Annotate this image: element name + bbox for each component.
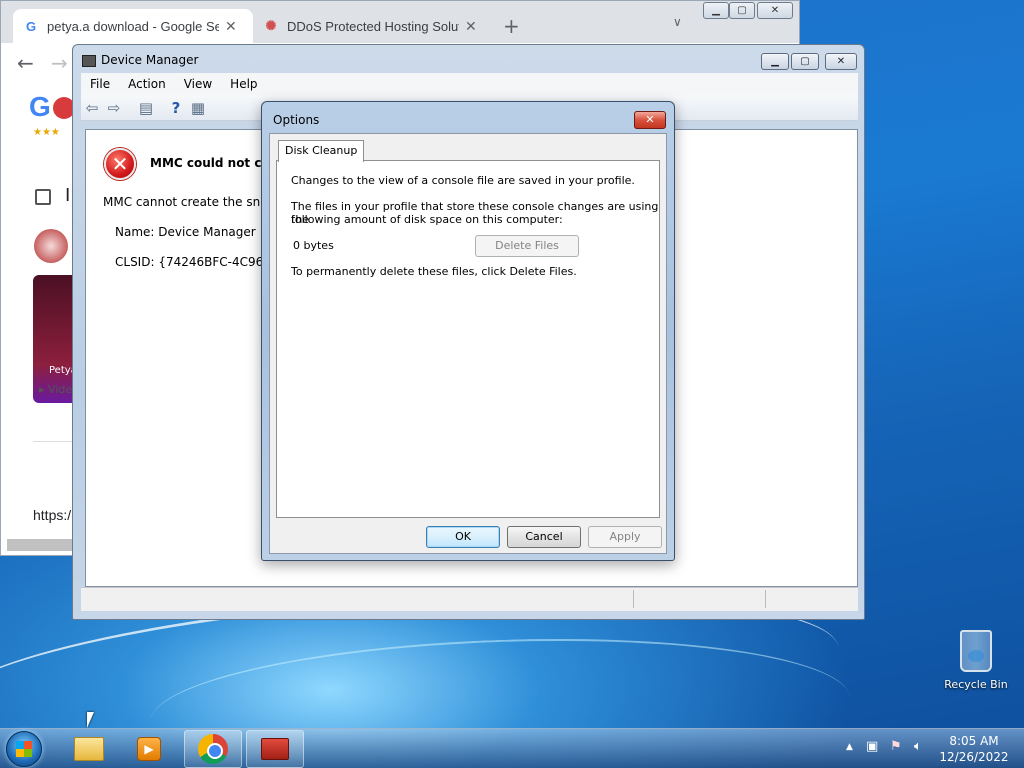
delete-files-button[interactable]: Delete Files — [475, 235, 579, 257]
menu-help[interactable]: Help — [221, 77, 266, 91]
dialog-title: Options — [273, 113, 320, 127]
close-button[interactable]: ✕ — [634, 111, 666, 129]
info-text-1: Changes to the view of a console file ar… — [291, 174, 635, 187]
minimize-button[interactable]: ▁ — [703, 2, 729, 19]
google-logo[interactable]: G — [29, 91, 51, 123]
help-icon[interactable]: ? — [167, 99, 185, 117]
chrome-tab-bar: G petya.a download - Google Sear ✕ ✺ DDo… — [1, 1, 799, 43]
toolbox-icon — [261, 738, 289, 760]
video-label: ▸ Vide — [39, 383, 73, 396]
new-tab-button[interactable]: + — [503, 14, 520, 38]
forward-arrow-icon[interactable]: ⇨ — [105, 99, 123, 117]
tab-title: DDoS Protected Hosting Solutio — [287, 18, 459, 34]
recycle-bin-icon — [960, 630, 992, 672]
menu-view[interactable]: View — [175, 77, 221, 91]
error-icon: ✕ — [104, 148, 136, 180]
tab-search-button[interactable]: ∨ — [673, 15, 682, 29]
disk-usage-value: 0 bytes — [293, 239, 334, 252]
back-arrow-icon[interactable]: ⇦ — [83, 99, 101, 117]
taskbar-explorer[interactable] — [60, 730, 118, 768]
rating-stars: ★★★ — [33, 127, 60, 138]
video-thumb-text: Petya — [49, 365, 73, 376]
device-manager-icon — [82, 55, 96, 67]
taskbar: ▶ ▲ ▣ ⚑ 🔈︎ 8:05 AM 12/26/2022 — [0, 728, 1024, 768]
menu-file[interactable]: File — [81, 77, 119, 91]
action-center-icon[interactable]: ⚑ — [890, 739, 902, 754]
close-tab-icon[interactable]: ✕ — [465, 18, 477, 35]
video-label-text: Vide — [48, 383, 73, 396]
system-clock[interactable]: 8:05 AM 12/26/2022 — [936, 733, 1012, 765]
show-hide-console-tree-icon[interactable]: ▤ — [137, 99, 155, 117]
network-icon[interactable]: ▣ — [866, 739, 878, 754]
images-heading: I — [65, 185, 71, 206]
chrome-tab-google[interactable]: G petya.a download - Google Sear ✕ — [13, 9, 253, 43]
dialog-body: Disk Cleanup Changes to the view of a co… — [269, 133, 667, 554]
options-dialog: Options ✕ Disk Cleanup Changes to the vi… — [261, 101, 675, 561]
chrome-tab-ddos[interactable]: ✺ DDoS Protected Hosting Solutio ✕ — [253, 9, 493, 43]
google-g-icon: G — [25, 18, 37, 34]
tab-title: petya.a download - Google Sear — [47, 18, 219, 34]
start-button[interactable] — [6, 731, 42, 767]
mouse-pointer-icon — [87, 712, 94, 728]
minimize-button[interactable]: ▁ — [761, 53, 789, 70]
ok-button[interactable]: OK — [426, 526, 500, 548]
recycle-bin-label: Recycle Bin — [944, 678, 1008, 691]
media-player-icon: ▶ — [137, 737, 161, 761]
close-tab-icon[interactable]: ✕ — [225, 18, 237, 35]
back-arrow-icon[interactable]: ← — [17, 51, 34, 75]
status-divider — [633, 590, 634, 608]
horizontal-scrollbar[interactable] — [7, 539, 73, 551]
properties-icon[interactable]: ▦ — [189, 99, 207, 117]
image-icon — [35, 189, 51, 205]
forward-arrow-icon[interactable]: → — [51, 51, 68, 75]
clock-date: 12/26/2022 — [939, 750, 1009, 764]
tab-disk-cleanup[interactable]: Disk Cleanup — [278, 140, 365, 162]
recycle-bin-desktop-icon[interactable]: Recycle Bin — [940, 630, 1012, 691]
volume-icon[interactable]: 🔈︎ — [914, 739, 922, 754]
disk-cleanup-page: Changes to the view of a console file ar… — [276, 160, 660, 518]
menu-action[interactable]: Action — [119, 77, 175, 91]
divider — [33, 441, 73, 442]
maximize-button[interactable]: ▢ — [791, 53, 819, 70]
snap-in-name: Name: Device Manager — [115, 225, 256, 239]
window-title: Device Manager — [101, 53, 199, 67]
maximize-button[interactable]: ▢ — [729, 2, 755, 19]
show-hidden-icons-button[interactable]: ▲ — [846, 742, 853, 752]
folder-icon — [74, 737, 104, 761]
chrome-icon — [198, 734, 228, 764]
status-divider — [765, 590, 766, 608]
close-button[interactable]: ✕ — [757, 2, 793, 19]
close-button[interactable]: ✕ — [825, 53, 857, 70]
error-message: MMC cannot create the snap- — [103, 195, 280, 209]
taskbar-media-player[interactable]: ▶ — [120, 730, 178, 768]
status-bar — [81, 587, 858, 611]
taskbar-chrome[interactable] — [184, 730, 242, 768]
ddos-site-icon: ✺ — [265, 18, 277, 33]
petya-skull-avatar — [34, 229, 68, 263]
cancel-button[interactable]: Cancel — [507, 526, 581, 548]
clock-time: 8:05 AM — [949, 734, 999, 748]
apply-button[interactable]: Apply — [588, 526, 662, 548]
taskbar-device-manager[interactable] — [246, 730, 304, 768]
menu-bar: File Action View Help — [81, 73, 858, 95]
info-text-3: To permanently delete these files, click… — [291, 265, 577, 278]
info-text-2b: following amount of disk space on this c… — [291, 213, 563, 226]
result-url[interactable]: https:/ — [33, 507, 71, 523]
